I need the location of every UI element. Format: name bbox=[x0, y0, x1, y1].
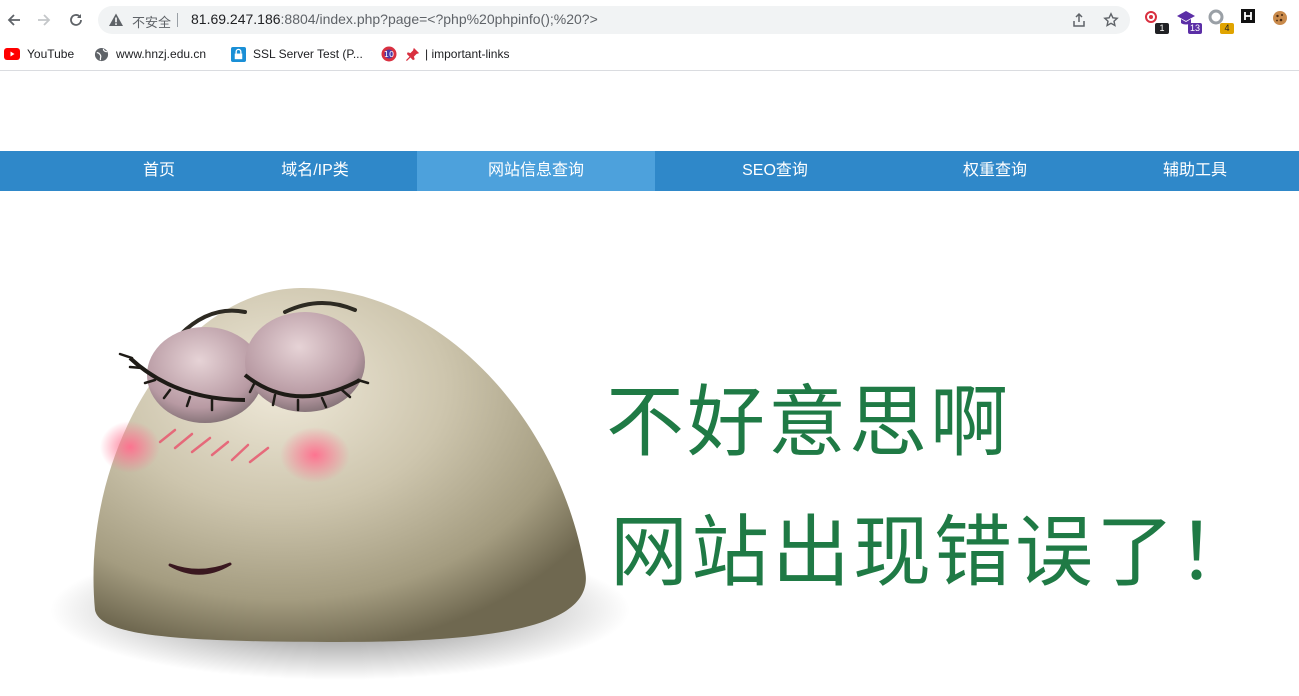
bookmark-badge-10[interactable]: 10 bbox=[381, 44, 403, 64]
nav-seo[interactable]: SEO查询 bbox=[700, 151, 850, 191]
extension-graduation[interactable]: 13 bbox=[1176, 9, 1202, 34]
url-host: 81.69.247.186 bbox=[191, 11, 281, 27]
share-icon[interactable] bbox=[1070, 11, 1088, 29]
bookmarks-bar: YouTube www.hnzj.edu.cn SSL Server Test … bbox=[0, 40, 1299, 71]
error-message-line2: 网站出现错误了！ bbox=[610, 508, 1259, 598]
forward-button[interactable] bbox=[32, 8, 56, 32]
nav-tools[interactable]: 辅助工具 bbox=[1120, 151, 1270, 191]
extension-badge: 4 bbox=[1220, 23, 1234, 34]
bookmark-important-links[interactable]: | important-links bbox=[405, 44, 509, 64]
site-nav: 首页 域名/IP类 网站信息查询 SEO查询 权重查询 辅助工具 bbox=[0, 151, 1299, 191]
extension-badge: 1 bbox=[1155, 23, 1169, 34]
bookmark-label: | important-links bbox=[425, 47, 510, 61]
bookmark-ssl-test[interactable]: SSL Server Test (P... bbox=[230, 44, 363, 64]
extension-cookie[interactable] bbox=[1271, 9, 1293, 31]
reload-icon bbox=[70, 14, 82, 26]
extension-h[interactable] bbox=[1241, 9, 1263, 31]
bookmark-label: YouTube bbox=[27, 47, 75, 61]
security-label[interactable]: 不安全 bbox=[132, 12, 171, 31]
youtube-icon bbox=[4, 46, 20, 62]
embarrassed-face-illustration bbox=[50, 287, 630, 680]
bookmark-label: www.hnzj.edu.cn bbox=[116, 47, 207, 61]
h-icon bbox=[1241, 9, 1255, 23]
nav-site-info[interactable]: 网站信息查询 bbox=[417, 151, 655, 191]
bookmark-star-icon[interactable] bbox=[1102, 11, 1120, 29]
extension-ring[interactable]: 4 bbox=[1208, 9, 1234, 34]
lock-icon bbox=[230, 46, 246, 62]
pin-icon bbox=[405, 46, 421, 62]
warning-icon bbox=[109, 13, 123, 26]
badge-10-text: 10 bbox=[384, 50, 394, 59]
bookmark-youtube[interactable]: YouTube bbox=[4, 44, 74, 64]
nav-domain-ip[interactable]: 域名/IP类 bbox=[245, 151, 385, 191]
bookmark-hnzj[interactable]: www.hnzj.edu.cn bbox=[93, 44, 206, 64]
bookmark-label: SSL Server Test (P... bbox=[253, 47, 363, 61]
nav-weight[interactable]: 权重查询 bbox=[920, 151, 1070, 191]
url-text[interactable]: 81.69.247.186:8804/index.php?page=<?php%… bbox=[191, 11, 598, 27]
reload-button[interactable] bbox=[64, 8, 88, 32]
back-button[interactable] bbox=[2, 8, 26, 32]
url-path: :8804/index.php?page=<?php%20phpinfo();%… bbox=[280, 11, 598, 27]
extension-badge: 13 bbox=[1187, 23, 1202, 34]
cookie-icon bbox=[1273, 11, 1287, 25]
forward-arrow-icon bbox=[38, 14, 51, 26]
error-message-line1: 不好意思啊 bbox=[606, 378, 1012, 468]
globe-icon bbox=[93, 46, 109, 62]
address-divider bbox=[177, 13, 178, 27]
extension-cloud[interactable]: 1 bbox=[1143, 9, 1169, 34]
error-illustration: 不好意思啊 网站出现错误了！ bbox=[40, 250, 1280, 690]
browser-toolbar: 不安全 81.69.247.186:8804/index.php?page=<?… bbox=[0, 0, 1299, 40]
nav-home[interactable]: 首页 bbox=[100, 151, 218, 191]
address-bar[interactable]: 不安全 81.69.247.186:8804/index.php?page=<?… bbox=[98, 6, 1130, 34]
back-arrow-icon bbox=[7, 14, 20, 26]
badge-10-icon: 10 bbox=[381, 46, 397, 62]
